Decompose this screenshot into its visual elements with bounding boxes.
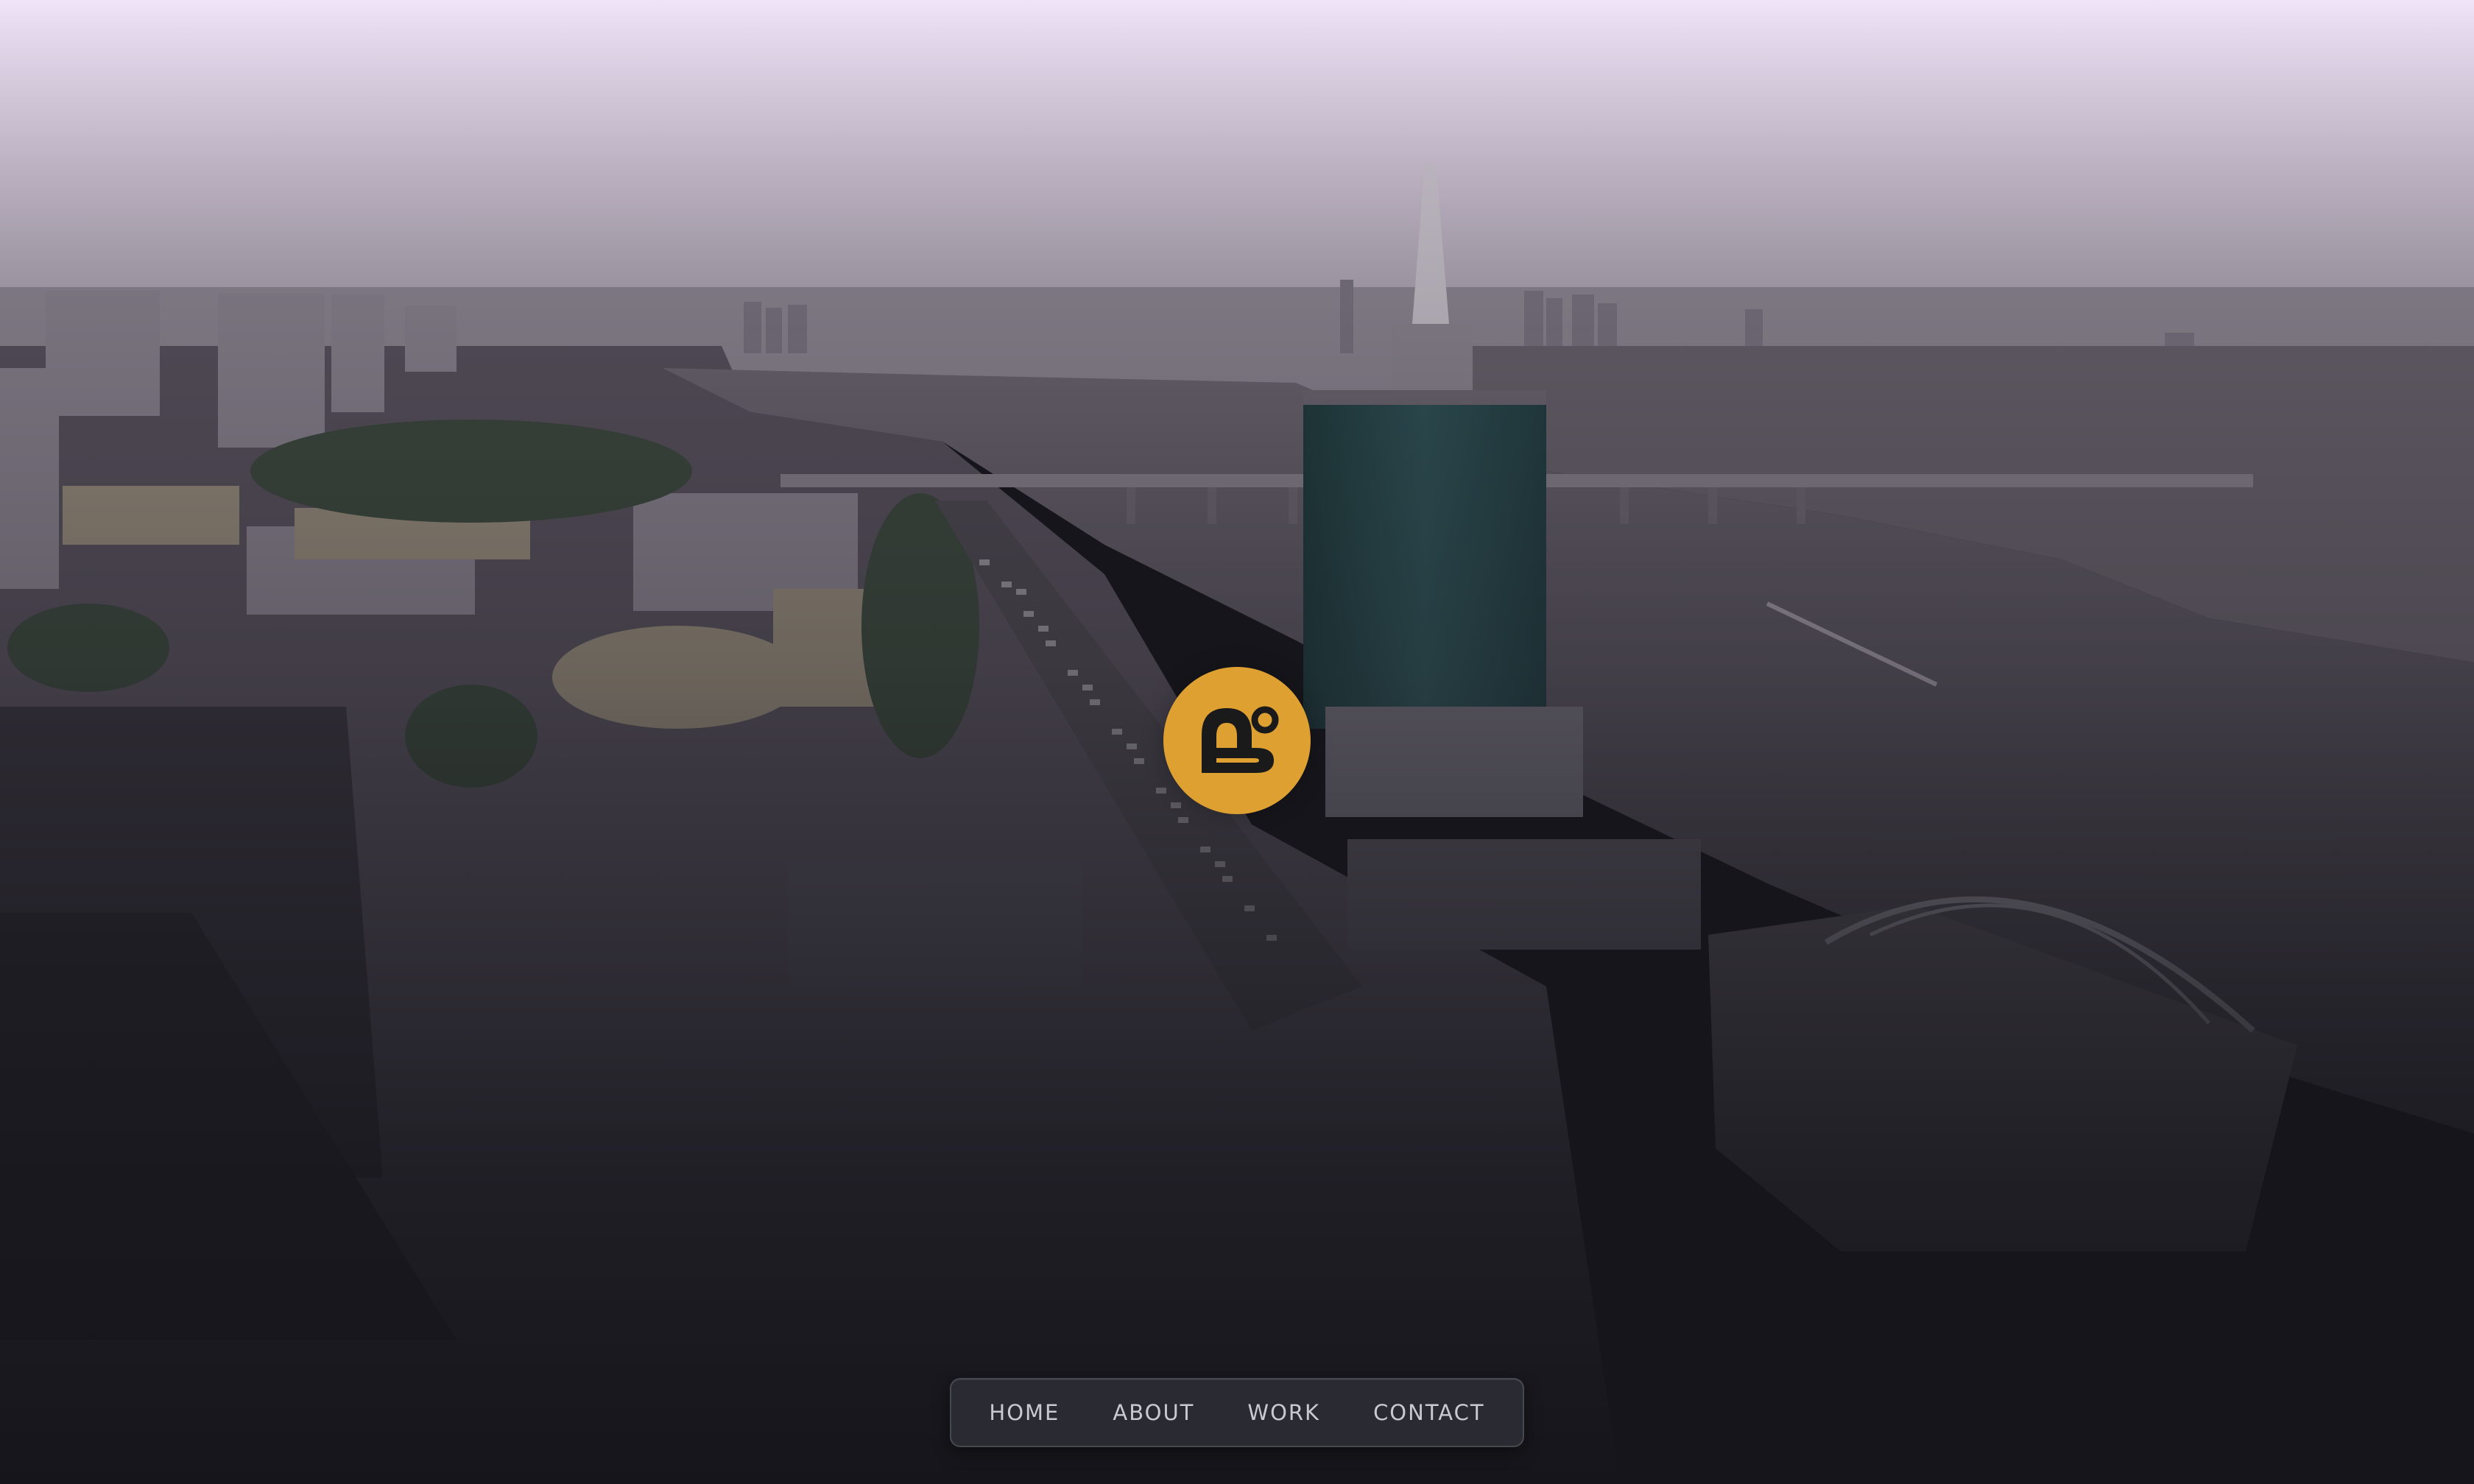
main-nav: HOME ABOUT WORK CONTACT (950, 1378, 1524, 1447)
nav-work-link[interactable]: WORK (1247, 1400, 1320, 1425)
nav-contact-link[interactable]: CONTACT (1373, 1400, 1485, 1425)
hero-section: HOME ABOUT WORK CONTACT (0, 0, 2474, 1484)
brand-logo[interactable] (1163, 667, 1311, 814)
ab-monogram-icon (1202, 706, 1279, 773)
nav-home-link[interactable]: HOME (989, 1400, 1060, 1425)
nav-about-link[interactable]: ABOUT (1113, 1400, 1194, 1425)
